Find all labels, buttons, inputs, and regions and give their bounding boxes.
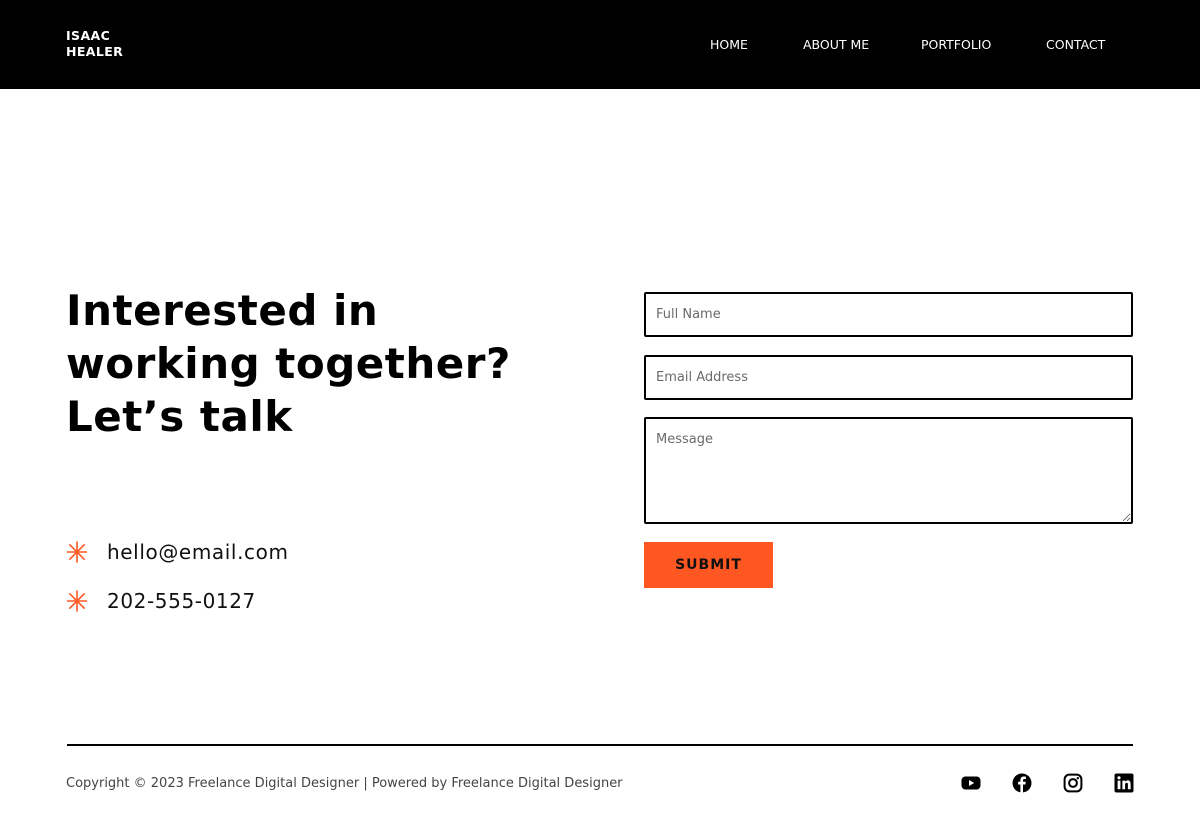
nav-portfolio[interactable]: PORTFOLIO [921,37,991,53]
youtube-icon[interactable] [961,773,981,793]
asterisk-icon [66,541,88,563]
email-text[interactable]: hello@email.com [107,540,289,564]
heading-line-3: Let’s talk [66,392,293,441]
heading-line-2: working together? [66,339,511,388]
facebook-icon[interactable] [1012,773,1032,793]
nav-about-me[interactable]: ABOUT ME [803,37,869,53]
submit-button[interactable]: SUBMIT [644,542,773,588]
site-logo[interactable]: ISAAC HEALER [66,28,123,60]
message-field[interactable] [644,417,1133,524]
nav-contact[interactable]: CONTACT [1046,37,1105,53]
footer-divider [67,744,1133,746]
asterisk-icon [66,590,88,612]
contact-email: hello@email.com [66,540,289,564]
contact-phone: 202-555-0127 [66,589,256,613]
full-name-field[interactable] [644,292,1133,337]
copyright-text: Copyright © 2023 Freelance Digital Desig… [66,776,623,791]
linkedin-icon[interactable] [1114,773,1134,793]
site-header: ISAAC HEALER HOME ABOUT ME PORTFOLIO CON… [0,0,1200,89]
heading-line-1: Interested in [66,286,379,335]
logo-line-first: ISAAC [66,28,111,43]
page-heading: Interested in working together? Let’s ta… [66,284,536,443]
instagram-icon[interactable] [1063,773,1083,793]
phone-text[interactable]: 202-555-0127 [107,589,256,613]
logo-line-last: HEALER [66,44,124,59]
email-field[interactable] [644,355,1133,400]
nav-home[interactable]: HOME [710,37,748,53]
